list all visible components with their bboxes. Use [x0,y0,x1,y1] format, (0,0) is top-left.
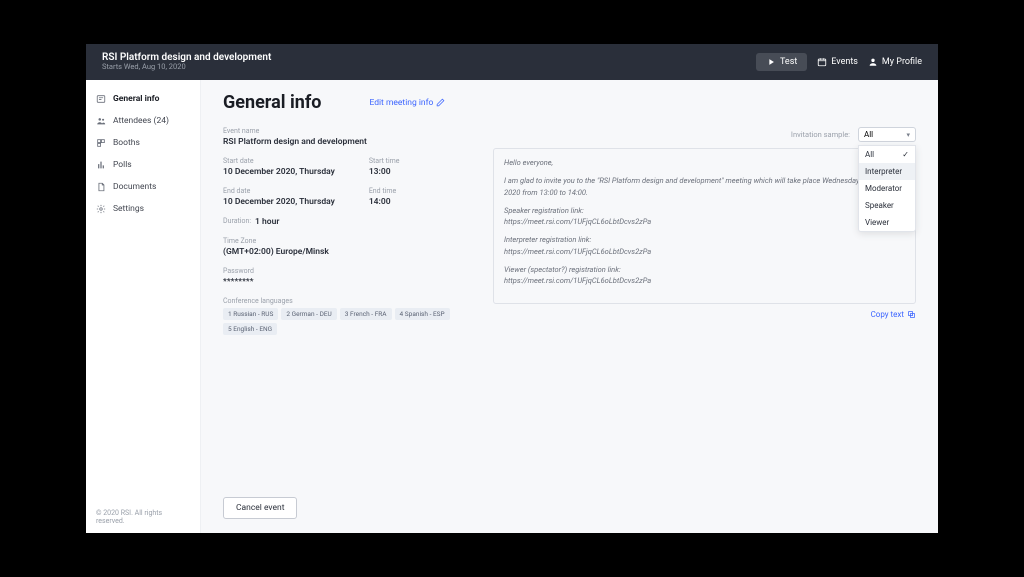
chevron-down-icon: ▾ [906,131,910,139]
info-card-icon [96,94,106,104]
select-value: All [864,130,873,139]
copy-label: Copy text [871,310,904,319]
invitation-text-box: Hello everyone, I am glad to invite you t… [493,148,916,304]
app-header: RSI Platform design and development Star… [86,44,938,80]
lang-tag: 5 English - ENG [223,323,277,335]
invitation-line: Interpreter registration link:https://me… [504,234,905,257]
invitation-line: Hello everyone, [504,157,905,168]
edit-link-label: Edit meeting info [369,98,433,108]
sidebar-item-polls[interactable]: Polls [86,154,200,176]
timezone-value: (GMT+02:00) Europe/Minsk [223,247,463,257]
profile-label: My Profile [882,57,922,67]
sidebar-item-label: Documents [113,182,156,192]
start-time-label: Start time [369,157,400,165]
copy-text-button[interactable]: Copy text [871,310,916,319]
chart-icon [96,160,106,170]
invitation-sample-label: Invitation sample: [791,130,850,139]
sidebar-item-label: Attendees (24) [113,116,169,126]
sidebar-item-general-info[interactable]: General info [86,88,200,110]
event-name-label: Event name [223,127,463,135]
sidebar-item-documents[interactable]: Documents [86,176,200,198]
test-label: Test [780,57,797,67]
dropdown-option[interactable]: Viewer [859,214,915,231]
invitation-sample-select[interactable]: All ▾ [858,127,916,142]
end-date-label: End date [223,187,335,195]
calendar-icon [817,57,827,67]
header-subtitle: Starts Wed, Aug 10, 2020 [102,63,756,72]
invitation-line: Viewer (spectator?) registration link:ht… [504,264,905,287]
check-icon: ✓ [902,150,909,159]
person-icon [868,57,878,67]
invitation-sample-dropdown: All✓InterpreterModeratorSpeakerViewer [858,145,916,232]
sidebar-item-label: Settings [113,204,144,214]
timezone-label: Time Zone [223,237,463,245]
dropdown-option[interactable]: Speaker [859,197,915,214]
end-date-value: 10 December 2020, Thursday [223,197,335,207]
test-button[interactable]: Test [756,53,807,71]
sidebar: General info Attendees (24) Booths Polls… [86,80,201,533]
copy-icon [907,310,916,319]
sidebar-item-label: Booths [113,138,140,148]
invitation-line: I am glad to invite you to the "RSI Plat… [504,175,905,198]
gear-icon [96,204,106,214]
document-icon [96,182,106,192]
events-label: Events [831,57,858,67]
dropdown-option[interactable]: All✓ [859,146,915,163]
duration-label: Duration: [223,217,251,227]
lang-tag: 1 Russian - RUS [223,308,278,320]
invitation-line: Speaker registration link:https://meet.r… [504,205,905,228]
start-date-label: Start date [223,157,335,165]
lang-tag: 4 Spanish - ESP [395,308,450,320]
start-time-value: 13:00 [369,167,400,177]
edit-meeting-link[interactable]: Edit meeting info [369,98,445,108]
event-name-value: RSI Platform design and development [223,137,463,147]
profile-button[interactable]: My Profile [868,57,922,67]
sidebar-item-booths[interactable]: Booths [86,132,200,154]
end-time-label: End time [369,187,396,195]
people-icon [96,116,106,126]
header-title: RSI Platform design and development [102,52,756,64]
lang-tag: 3 French - FRA [340,308,392,320]
dropdown-option[interactable]: Moderator [859,180,915,197]
pencil-icon [436,98,445,107]
footer-copyright: © 2020 RSI. All rights reserved. [86,501,200,533]
sidebar-item-label: Polls [113,160,132,170]
events-button[interactable]: Events [817,57,858,67]
sidebar-item-attendees[interactable]: Attendees (24) [86,110,200,132]
end-time-value: 14:00 [369,197,396,207]
sidebar-item-label: General info [113,94,159,104]
lang-tags: 1 Russian - RUS2 German - DEU 3 French - … [223,308,463,335]
duration-value: 1 hour [255,217,279,227]
langs-label: Conference languages [223,297,463,305]
booth-icon [96,138,106,148]
dropdown-option[interactable]: Interpreter [859,163,915,180]
start-date-value: 10 December 2020, Thursday [223,167,335,177]
lang-tag: 2 German - DEU [281,308,336,320]
page-title: General info [223,92,321,113]
play-icon [766,57,776,67]
cancel-event-button[interactable]: Cancel event [223,497,297,519]
sidebar-item-settings[interactable]: Settings [86,198,200,220]
password-label: Password [223,267,463,275]
password-value: ******** [223,277,463,287]
